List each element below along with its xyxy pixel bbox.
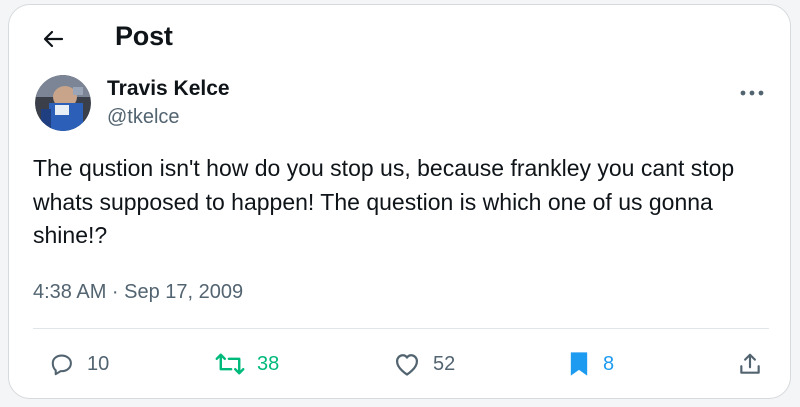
like-button[interactable]: 52: [393, 348, 455, 380]
author-handle[interactable]: @tkelce: [107, 106, 180, 129]
bookmark-count: 8: [603, 353, 615, 375]
tweet-text: The qustion isn't how do you stop us, be…: [33, 155, 735, 248]
post-card: Post Travis Kelce @tkelce The qustion is…: [8, 4, 791, 399]
back-button[interactable]: [39, 25, 67, 53]
more-icon: [739, 89, 765, 97]
arrow-left-icon: [41, 27, 65, 51]
retweet-button[interactable]: 38: [215, 348, 279, 380]
share-icon: [737, 351, 763, 377]
author-name[interactable]: Travis Kelce: [107, 77, 230, 101]
tweet-timestamp[interactable]: 4:38 AM · Sep 17, 2009: [33, 281, 243, 304]
avatar[interactable]: [35, 75, 91, 131]
retweet-count: 38: [257, 353, 280, 375]
more-options-button[interactable]: [737, 83, 767, 103]
like-count: 52: [433, 353, 456, 375]
bookmark-icon: [567, 350, 591, 378]
retweet-icon: [215, 351, 245, 377]
reply-icon: [49, 351, 75, 377]
reply-button[interactable]: 10: [49, 348, 109, 380]
heart-icon: [393, 351, 421, 377]
share-button[interactable]: [737, 348, 763, 380]
page-title: Post: [115, 21, 173, 51]
divider: [33, 328, 769, 329]
reply-count: 10: [87, 353, 110, 375]
bookmark-button[interactable]: 8: [567, 348, 614, 380]
